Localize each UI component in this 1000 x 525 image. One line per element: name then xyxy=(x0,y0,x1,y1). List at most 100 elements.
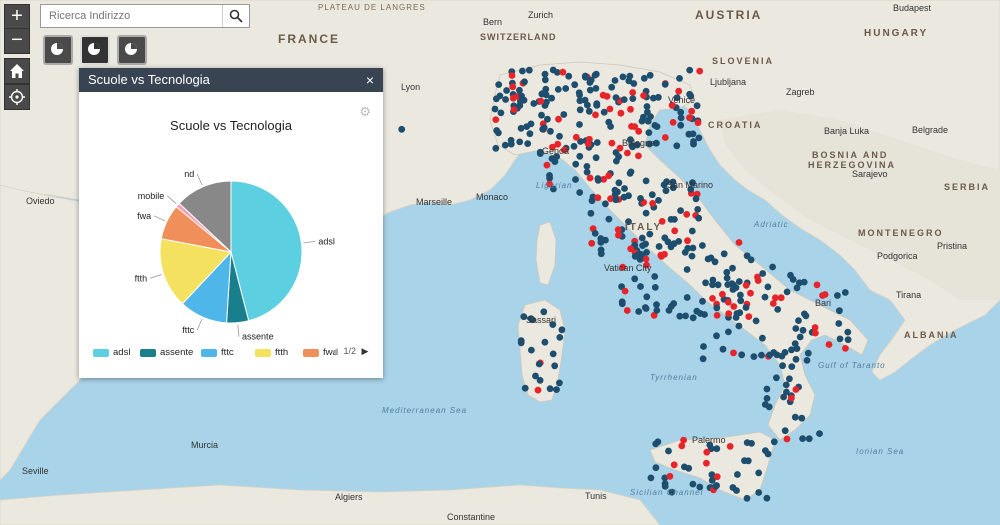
school-marker[interactable] xyxy=(549,350,557,358)
school-marker[interactable] xyxy=(763,494,771,502)
school-marker[interactable] xyxy=(519,67,526,75)
school-marker[interactable] xyxy=(700,343,707,350)
school-marker[interactable] xyxy=(537,97,545,105)
school-marker[interactable] xyxy=(521,384,529,392)
school-marker[interactable] xyxy=(734,471,741,478)
school-marker[interactable] xyxy=(510,106,518,113)
school-marker[interactable] xyxy=(777,294,785,302)
school-marker[interactable] xyxy=(540,124,548,132)
school-marker[interactable] xyxy=(730,349,737,357)
school-marker[interactable] xyxy=(783,435,791,443)
school-marker[interactable] xyxy=(630,80,638,87)
school-marker[interactable] xyxy=(709,295,716,302)
school-marker[interactable] xyxy=(639,242,646,250)
school-marker[interactable] xyxy=(782,381,790,389)
school-marker[interactable] xyxy=(658,253,665,260)
school-marker[interactable] xyxy=(729,484,737,491)
school-marker[interactable] xyxy=(783,288,791,296)
school-marker[interactable] xyxy=(813,281,821,289)
school-marker[interactable] xyxy=(637,195,644,202)
school-marker[interactable] xyxy=(643,249,650,256)
school-marker[interactable] xyxy=(611,77,619,84)
school-marker[interactable] xyxy=(755,469,763,477)
school-marker[interactable] xyxy=(398,125,406,133)
school-marker[interactable] xyxy=(677,207,684,215)
school-marker[interactable] xyxy=(729,264,736,272)
school-marker[interactable] xyxy=(812,329,819,337)
school-marker[interactable] xyxy=(673,142,681,150)
school-marker[interactable] xyxy=(758,351,765,359)
school-marker[interactable] xyxy=(699,242,706,249)
school-marker[interactable] xyxy=(725,328,732,336)
school-marker[interactable] xyxy=(507,140,515,148)
school-marker[interactable] xyxy=(553,386,560,393)
school-marker[interactable] xyxy=(675,87,683,95)
school-marker[interactable] xyxy=(713,304,721,312)
school-marker[interactable] xyxy=(635,152,642,160)
school-marker[interactable] xyxy=(743,439,751,446)
school-marker[interactable] xyxy=(676,75,683,82)
school-marker[interactable] xyxy=(713,312,721,319)
school-marker[interactable] xyxy=(682,312,689,320)
school-marker[interactable] xyxy=(675,238,683,245)
school-marker[interactable] xyxy=(747,289,754,297)
school-marker[interactable] xyxy=(576,121,583,128)
school-marker[interactable] xyxy=(703,459,710,467)
school-marker[interactable] xyxy=(661,134,669,141)
school-marker[interactable] xyxy=(612,196,620,204)
school-marker[interactable] xyxy=(560,111,568,118)
school-marker[interactable] xyxy=(586,174,594,182)
school-marker[interactable] xyxy=(666,472,674,480)
school-marker[interactable] xyxy=(535,360,543,368)
school-marker[interactable] xyxy=(723,274,731,282)
school-marker[interactable] xyxy=(836,335,844,343)
school-marker[interactable] xyxy=(541,76,549,84)
school-marker[interactable] xyxy=(495,129,502,137)
school-marker[interactable] xyxy=(661,80,669,88)
school-marker[interactable] xyxy=(547,127,554,135)
school-marker[interactable] xyxy=(556,132,563,140)
school-marker[interactable] xyxy=(549,66,557,74)
school-marker[interactable] xyxy=(649,200,656,207)
school-marker[interactable] xyxy=(631,275,639,283)
school-marker[interactable] xyxy=(591,230,599,237)
school-marker[interactable] xyxy=(786,375,793,383)
school-marker[interactable] xyxy=(592,154,600,162)
school-marker[interactable] xyxy=(697,310,704,317)
school-marker[interactable] xyxy=(737,297,745,305)
school-marker[interactable] xyxy=(772,294,779,302)
school-marker[interactable] xyxy=(524,140,532,148)
school-marker[interactable] xyxy=(619,73,627,81)
school-marker[interactable] xyxy=(614,188,621,196)
school-marker[interactable] xyxy=(653,307,661,314)
school-marker[interactable] xyxy=(572,133,580,141)
school-marker[interactable] xyxy=(670,461,678,469)
school-marker[interactable] xyxy=(572,176,579,183)
school-marker[interactable] xyxy=(729,286,737,293)
school-marker[interactable] xyxy=(607,123,614,130)
school-marker[interactable] xyxy=(742,281,750,289)
school-marker[interactable] xyxy=(667,303,675,310)
next-page-icon[interactable]: ▶ xyxy=(361,346,368,356)
search-input[interactable] xyxy=(41,5,221,27)
school-marker[interactable] xyxy=(803,357,811,364)
school-marker[interactable] xyxy=(576,97,584,105)
chart-button-1[interactable] xyxy=(43,35,73,65)
school-marker[interactable] xyxy=(769,263,776,271)
school-marker[interactable] xyxy=(588,239,596,247)
chart-button-2[interactable] xyxy=(80,35,110,65)
school-marker[interactable] xyxy=(795,317,802,324)
school-marker[interactable] xyxy=(581,72,589,80)
school-marker[interactable] xyxy=(635,127,643,135)
school-marker[interactable] xyxy=(621,185,628,192)
school-marker[interactable] xyxy=(796,279,803,287)
school-marker[interactable] xyxy=(652,440,660,448)
school-marker[interactable] xyxy=(571,81,579,89)
school-marker[interactable] xyxy=(629,89,637,96)
school-marker[interactable] xyxy=(774,306,782,313)
school-marker[interactable] xyxy=(792,325,800,332)
school-marker[interactable] xyxy=(608,139,616,147)
school-marker[interactable] xyxy=(821,291,829,298)
school-marker[interactable] xyxy=(642,209,650,217)
school-marker[interactable] xyxy=(735,278,743,285)
